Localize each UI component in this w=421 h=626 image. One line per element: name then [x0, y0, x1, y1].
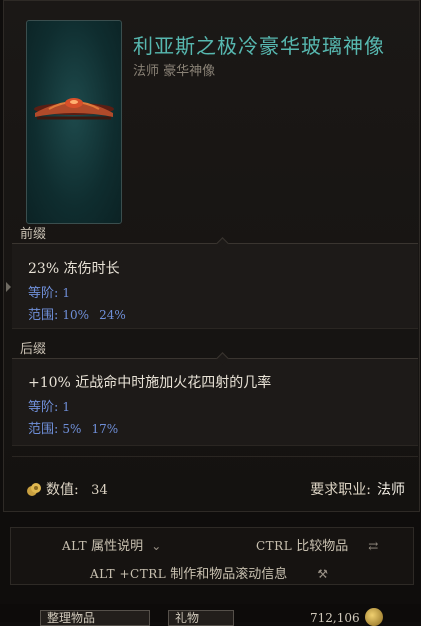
req-label: 要求职业:: [310, 482, 371, 498]
value-label: 数值:: [46, 482, 79, 498]
prefix-tier: 等阶: 1: [28, 282, 70, 301]
prefix-tier-value: 1: [62, 286, 71, 300]
suffix-section: +10% 近战命中时施加火花四射的几率 等阶: 1 范围: 5% 17%: [12, 352, 418, 446]
caret-icon: [6, 282, 11, 292]
value-number: 34: [91, 483, 108, 498]
suffix-tier-value: 1: [62, 400, 71, 414]
alt-key: ALT: [62, 539, 88, 553]
sort-items-button[interactable]: 整理物品: [40, 610, 150, 626]
gold-amount: 712,106: [310, 611, 360, 625]
item-name: 利亚斯之极冷豪华玻璃神像: [133, 34, 385, 58]
prefix-range: 范围: 10% 24%: [28, 304, 126, 323]
prefix-range-min: 10%: [62, 308, 90, 322]
prefix-tier-label: 等阶:: [28, 286, 59, 301]
gold-coin-icon: [365, 608, 383, 626]
alt-ctrl-hint-text: 制作和物品滚动信息: [170, 567, 288, 582]
suffix-range-min: 5%: [62, 422, 82, 436]
suffix-label: 后缀: [20, 342, 47, 357]
prefix-label: 前缀: [20, 227, 47, 242]
prefix-section: 23% 冻伤时长 等阶: 1 范围: 10% 24%: [6, 237, 418, 329]
hammer-icon: ⚒: [317, 567, 328, 581]
ctrl-hint-text: 比较物品: [296, 539, 349, 554]
ctrl-key: CTRL: [256, 539, 293, 553]
alt-hint[interactable]: ALT 属性说明 ⌄: [62, 535, 161, 554]
suffix-range-label: 范围:: [28, 422, 59, 437]
footer-divider: [12, 456, 418, 457]
alt-ctrl-key: ALT +CTRL: [90, 567, 167, 581]
prefix-range-label: 范围:: [28, 308, 59, 323]
item-subtitle: 法师 豪华神像: [133, 64, 216, 79]
suffix-range: 范围: 5% 17%: [28, 418, 118, 437]
suffix-tier: 等阶: 1: [28, 396, 70, 415]
compare-arrows-icon: ⇄: [368, 539, 379, 553]
ctrl-hint[interactable]: CTRL 比较物品 ⇄: [256, 535, 378, 554]
idol-thumbnail: [26, 20, 122, 224]
prefix-effect: 23% 冻伤时长: [28, 261, 120, 277]
prefix-range-max: 24%: [99, 308, 126, 322]
idol-art-icon: [34, 98, 114, 120]
req-class: 法师: [377, 482, 405, 498]
suffix-tier-label: 等阶:: [28, 400, 59, 415]
gift-button[interactable]: 礼物: [168, 610, 234, 626]
alt-hint-text: 属性说明: [91, 539, 144, 554]
item-value: 数值: 34: [26, 479, 108, 501]
suffix-effect: +10% 近战命中时施加火花四射的几率: [28, 375, 272, 391]
required-class: 要求职业: 法师: [310, 479, 405, 499]
coins-icon: [26, 481, 42, 501]
chevron-down-icon: ⌄: [151, 539, 162, 553]
alt-ctrl-hint[interactable]: ALT +CTRL 制作和物品滚动信息 ⚒: [90, 563, 328, 582]
suffix-range-max: 17%: [91, 422, 119, 436]
